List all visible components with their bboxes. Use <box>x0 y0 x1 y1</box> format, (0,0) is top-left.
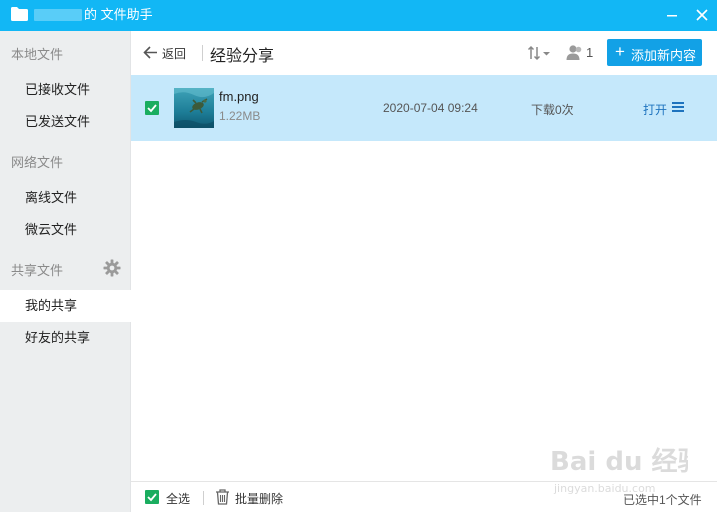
sidebar-item-received[interactable]: 已接收文件 <box>0 74 131 106</box>
plus-icon: + <box>615 42 625 61</box>
file-downloads: 下载0次 <box>531 103 574 117</box>
file-thumbnail <box>174 88 214 128</box>
sidebar-item-my-share[interactable]: 我的共享 <box>0 290 131 322</box>
footer-divider <box>203 491 204 505</box>
close-button[interactable] <box>690 4 714 26</box>
file-list: fm.png 1.22MB 2020-07-04 09:24 下载0次 打开 <box>131 75 717 481</box>
content-header: 返回 经验分享 1 + 添加新内容 <box>131 31 717 75</box>
file-date: 2020-07-04 09:24 <box>383 101 478 115</box>
close-icon <box>696 9 708 21</box>
sidebar-item-friends-share[interactable]: 好友的共享 <box>0 322 131 354</box>
select-all-label: 全选 <box>166 492 191 506</box>
member-count: 1 <box>586 45 594 60</box>
watermark-text: Bai du 经验 <box>550 446 688 477</box>
checkbox-icon <box>145 490 159 504</box>
menu-icon[interactable] <box>672 101 686 113</box>
watermark-subtext: jingyan.baidu.com <box>553 482 656 495</box>
window-title: 的 文件助手 <box>84 7 153 22</box>
redacted-username <box>34 9 82 21</box>
minimize-button[interactable] <box>660 4 684 26</box>
minimize-icon <box>667 15 677 17</box>
sidebar-item-offline[interactable]: 离线文件 <box>0 182 131 214</box>
header-divider <box>202 45 203 61</box>
title-bar: 的 文件助手 <box>0 0 717 31</box>
sidebar-group-shared: 共享文件 <box>11 263 64 278</box>
add-content-label: 添加新内容 <box>631 48 697 63</box>
file-checkbox[interactable] <box>145 101 159 115</box>
members-button[interactable]: 1 <box>566 44 598 62</box>
folder-icon <box>11 7 28 21</box>
sidebar-item-weiyun[interactable]: 微云文件 <box>0 214 131 246</box>
add-content-button[interactable]: + 添加新内容 <box>607 39 702 66</box>
file-row[interactable]: fm.png 1.22MB 2020-07-04 09:24 下载0次 打开 <box>131 75 717 141</box>
checkmark-icon <box>147 104 157 113</box>
trash-icon <box>216 489 229 505</box>
gear-icon[interactable] <box>103 259 121 277</box>
user-icon <box>566 45 582 60</box>
baidu-jingyan-watermark: Bai du 经验 jingyan.baidu.com <box>550 446 688 495</box>
sidebar: 本地文件 已接收文件 已发送文件 网络文件 离线文件 微云文件 共享文件 我的共… <box>0 31 131 512</box>
sidebar-group-network: 网络文件 <box>11 155 64 170</box>
batch-delete-label: 批量删除 <box>235 492 284 506</box>
sidebar-item-sent[interactable]: 已发送文件 <box>0 106 131 138</box>
sort-icon[interactable] <box>527 44 553 62</box>
back-label: 返回 <box>162 47 187 61</box>
file-name[interactable]: fm.png <box>219 89 259 104</box>
arrow-left-icon <box>143 46 157 59</box>
sidebar-group-local: 本地文件 <box>11 47 64 62</box>
page-title: 经验分享 <box>210 48 275 65</box>
file-size: 1.22MB <box>219 109 261 123</box>
open-file-link[interactable]: 打开 <box>643 101 667 118</box>
